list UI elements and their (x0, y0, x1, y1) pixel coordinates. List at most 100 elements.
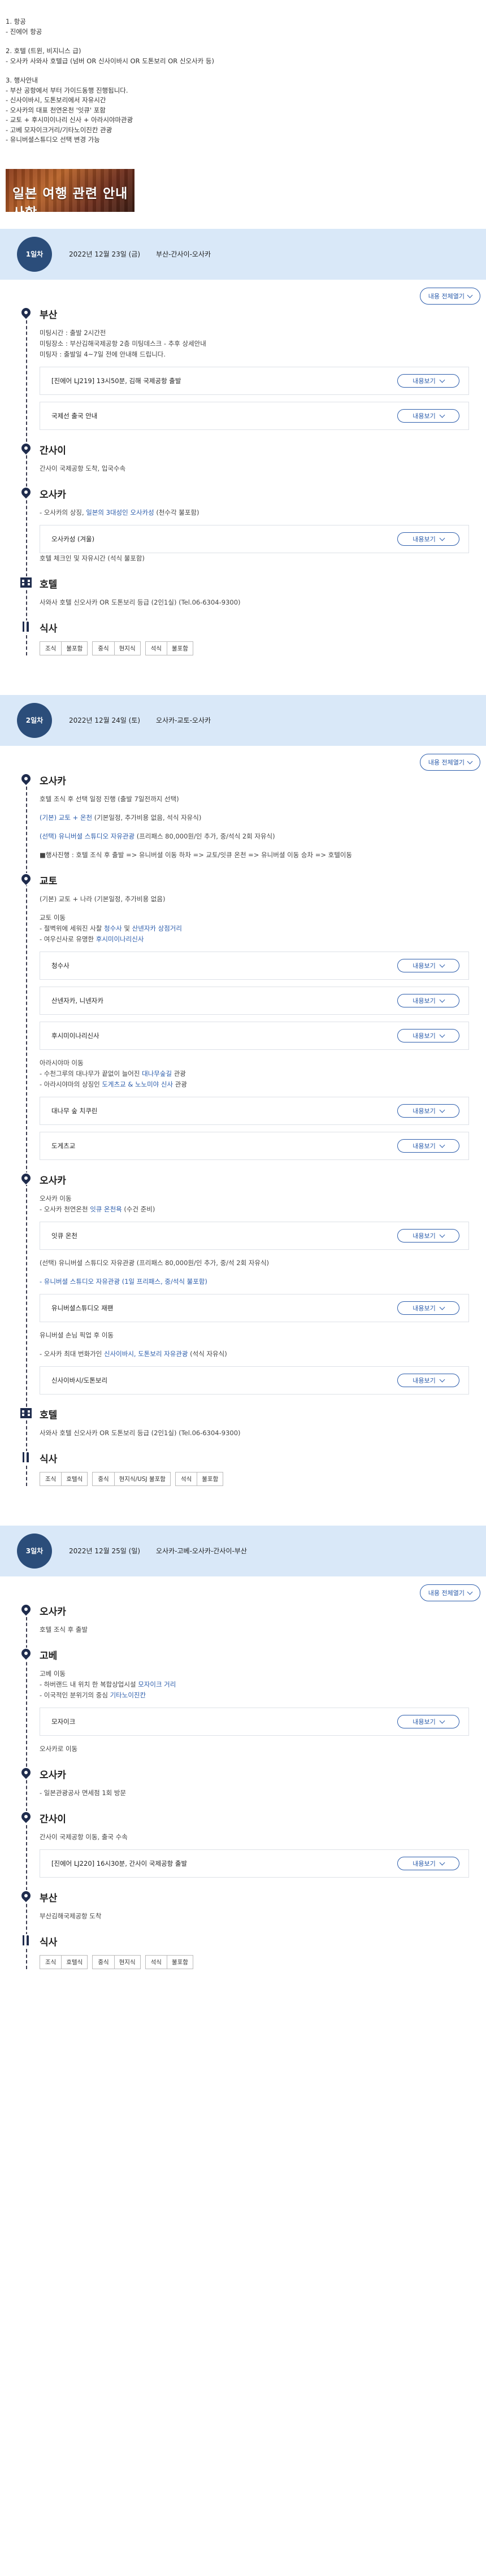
place-title: 부산 (40, 1892, 58, 1904)
highlight-link[interactable]: 일본의 3대성인 오사카성 (86, 509, 154, 516)
view-details-button[interactable]: 내용보기 (397, 1028, 459, 1042)
detail-item[interactable]: [진에어 LJ220] 16시30분, 간사이 국제공항 출발 내용보기 (40, 1849, 469, 1878)
text-segment: - 여우신사로 유명한 (40, 935, 96, 943)
description-line: - 여우신사로 유명한 후시미이나리신사 (40, 934, 469, 945)
intro-line: - 유니버셜스튜디오 선택 변경 가능 (6, 136, 100, 144)
chevron-down-icon (439, 1376, 445, 1382)
day-section: 2일차 2022년 12월 24일 (토) 오사카-교토-오사카 내용 전체열기 오사카… (0, 694, 486, 1509)
highlight-link[interactable]: 대나무숲길 (142, 1070, 172, 1078)
view-details-label: 내용보기 (413, 535, 436, 543)
chevron-down-icon (439, 1860, 445, 1865)
chevron-down-icon (439, 535, 445, 541)
detail-item[interactable]: 국제선 출국 안내 내용보기 (40, 401, 469, 430)
place-title: 간사이 (40, 1813, 66, 1825)
view-details-label: 내용보기 (413, 1232, 436, 1240)
text-segment: 관광 (172, 1069, 186, 1078)
description-line: 미팅시간 : 출발 2시간전 (40, 328, 106, 337)
expand-all-button[interactable]: 내용 전체열기 (419, 753, 480, 771)
detail-item[interactable]: 도게츠교 내용보기 (40, 1131, 469, 1160)
detail-item[interactable]: 후시미이나리신사 내용보기 (40, 1021, 469, 1050)
meal-item: 석식 불포함 (145, 1954, 193, 1969)
detail-item[interactable]: 산넨자카, 니넨자카 내용보기 (40, 986, 469, 1015)
highlight-link[interactable]: 도게츠교 & 노노미야 신사 (102, 1080, 173, 1088)
description-line: 호텔 체크인 및 자유시간 (석식 불포함) (40, 554, 145, 562)
place-title: 식사 (40, 1453, 58, 1465)
intro-line: - 오사카 사와사 호텔급 (넘버 OR 신사이바시 OR 도톤보리 OR 신오… (6, 57, 214, 65)
text-segment: (프리패스 80,000원/인 추가, 중/석식 2회 자유식) (134, 832, 275, 840)
detail-item-label: [진에어 LJ219] 13시50분, 김해 국제공항 출발 (51, 376, 181, 385)
description-line: 미팅자 : 출발일 4~7일 전에 안내해 드립니다. (40, 350, 166, 358)
highlight-link[interactable]: 후시미이나리신사 (96, 935, 144, 943)
view-details-label: 내용보기 (413, 412, 436, 420)
description-line: 오사카 이동 (40, 1194, 72, 1202)
detail-item[interactable]: 잇큐 온천 내용보기 (40, 1221, 469, 1250)
detail-item[interactable]: [진에어 LJ219] 13시50분, 김해 국제공항 출발 내용보기 (40, 366, 469, 395)
expand-all-button[interactable]: 내용 전체열기 (419, 1584, 480, 1601)
hotel-icon (20, 1406, 32, 1419)
view-details-button[interactable]: 내용보기 (397, 1373, 459, 1387)
description-text: 호텔 조식 후 선택 일정 진행 (출발 7일전까지 선택) (40, 794, 469, 805)
highlight-link[interactable]: 기타노이진칸 (110, 1691, 146, 1699)
highlight-link[interactable]: - 유니버셜 스튜디오 자유관광 (1일 프리패스, 중/석식 불포함) (40, 1278, 207, 1285)
meal-label: 조식 (40, 1954, 62, 1969)
place-section: 교토 (기본) 교토 + 나라 (기본일정, 추가비용 없음) 교토 이동 - 절벽위… (19, 861, 469, 1160)
intro-line: 1. 항공 (6, 18, 26, 25)
detail-item[interactable]: 오사카성 (겨울) 내용보기 (40, 524, 469, 553)
map-pin-icon (19, 485, 33, 499)
chevron-down-icon (439, 1304, 445, 1310)
detail-item[interactable]: 모자이크 내용보기 (40, 1707, 469, 1736)
view-details-button[interactable]: 내용보기 (397, 1104, 459, 1118)
description-text: 오사카로 이동 (40, 1744, 469, 1754)
place-title: 고베 (40, 1650, 58, 1662)
view-details-button[interactable]: 내용보기 (397, 373, 459, 388)
highlight-link[interactable]: (선택) 유니버셜 스튜디오 자유관광 (40, 832, 134, 840)
expand-all-button[interactable]: 내용 전체열기 (419, 287, 480, 305)
place-title: 부산 (40, 309, 58, 321)
detail-item[interactable]: 신사이바시/도톤보리 내용보기 (40, 1366, 469, 1395)
description-text: 호텔 체크인 및 자유시간 (석식 불포함) (40, 553, 469, 564)
travel-notice-banner[interactable]: 일본 여행 관련 안내사항 (6, 168, 134, 212)
detail-item[interactable]: 청수사 내용보기 (40, 951, 469, 980)
highlight-link[interactable]: 신사이바시, 도톤보리 자유관광 (104, 1350, 188, 1358)
place-section: 고베 고베 이동 - 하버랜드 내 위치 한 복합상업시설 모자이크 거리 - 이국적… (19, 1635, 469, 1754)
highlight-link[interactable]: 잇큐 온천욕 (90, 1205, 122, 1213)
meal-item: 중식 현지식 (92, 1954, 141, 1969)
meal-label: 석식 (145, 641, 167, 655)
chevron-down-icon (439, 997, 445, 1002)
view-details-button[interactable]: 내용보기 (397, 993, 459, 1007)
text-segment: (석식 자유식) (188, 1349, 227, 1358)
place-section: 간사이 간사이 국제공항 도착, 입국수속 (19, 430, 469, 474)
view-details-button[interactable]: 내용보기 (397, 409, 459, 423)
highlight-link[interactable]: 산넨자카 상점거리 (132, 924, 182, 932)
chevron-down-icon (439, 1032, 445, 1037)
view-details-button[interactable]: 내용보기 (397, 1714, 459, 1728)
detail-item-label: 국제선 출국 안내 (51, 411, 98, 420)
day-section: 3일차 2022년 12월 25일 (일) 오사카-고베-오사카-간사이-부산 내용 … (0, 1525, 486, 1992)
highlight-link[interactable]: (기본) 교토 + 온천 (40, 814, 92, 822)
highlight-link[interactable]: 청수사 (104, 924, 122, 932)
expand-all-row: 내용 전체열기 (0, 280, 486, 305)
highlight-link[interactable]: 모자이크 거리 (138, 1680, 176, 1688)
meal-section: 식사 조식 불포함 중식 현지식 석식 불포함 (20, 608, 469, 655)
detail-item[interactable]: 유니버셜스튜디오 재팬 내용보기 (40, 1293, 469, 1322)
map-pin-icon (19, 1647, 33, 1660)
view-details-button[interactable]: 내용보기 (397, 958, 459, 972)
view-details-button[interactable]: 내용보기 (397, 1856, 459, 1870)
view-details-button[interactable]: 내용보기 (397, 532, 459, 546)
meal-item: 중식 현지식 (92, 641, 141, 655)
intro-spacer (6, 66, 480, 76)
description-text: (기본) 교토 + 나라 (기본일정, 추가비용 없음) (40, 894, 469, 905)
detail-item-label: 잇큐 온천 (51, 1231, 77, 1240)
view-details-button[interactable]: 내용보기 (397, 1301, 459, 1315)
description-text: 사와사 호텔 신오사카 OR 도톤보리 등급 (2인1실) (Tel.06-63… (40, 1428, 469, 1439)
detail-item[interactable]: 대나무 숲 치쿠린 내용보기 (40, 1096, 469, 1125)
map-pin-icon (19, 872, 33, 885)
place-section: 오사카 호텔 조식 후 출발 (19, 1601, 469, 1635)
description-text: 간사이 국제공항 이동, 출국 수속 (40, 1832, 469, 1843)
description-line: (선택) 유니버셜 스튜디오 자유관광 (프리패스 80,000원/인 추가, … (40, 831, 469, 842)
intro-spacer (6, 37, 480, 46)
view-details-label: 내용보기 (413, 1718, 436, 1726)
view-details-button[interactable]: 내용보기 (397, 1228, 459, 1243)
view-details-button[interactable]: 내용보기 (397, 1139, 459, 1153)
meal-label: 석식 (175, 1471, 198, 1486)
